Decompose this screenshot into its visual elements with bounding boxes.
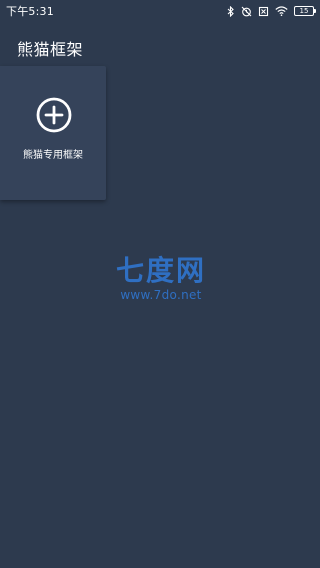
watermark-url: www.7do.net (120, 288, 202, 302)
add-circle-icon[interactable] (35, 96, 73, 134)
status-time: 下午5:31 (6, 5, 54, 18)
alarm-off-icon (241, 6, 252, 17)
status-bar: 下午5:31 15 (0, 0, 320, 22)
page-title: 熊猫框架 (17, 40, 84, 59)
wifi-icon (275, 6, 288, 16)
watermark-title: 七度网 (115, 254, 206, 287)
status-icons: 15 (227, 5, 316, 17)
bluetooth-icon (227, 5, 235, 17)
watermark: 七度网 www.7do.net (106, 254, 216, 303)
battery-level: 15 (299, 7, 309, 15)
battery-icon: 15 (294, 6, 316, 16)
tile-panda-frame[interactable]: 熊猫专用框架 (0, 66, 106, 200)
tile-label: 熊猫专用框架 (23, 150, 83, 161)
no-sim-icon (258, 6, 269, 17)
